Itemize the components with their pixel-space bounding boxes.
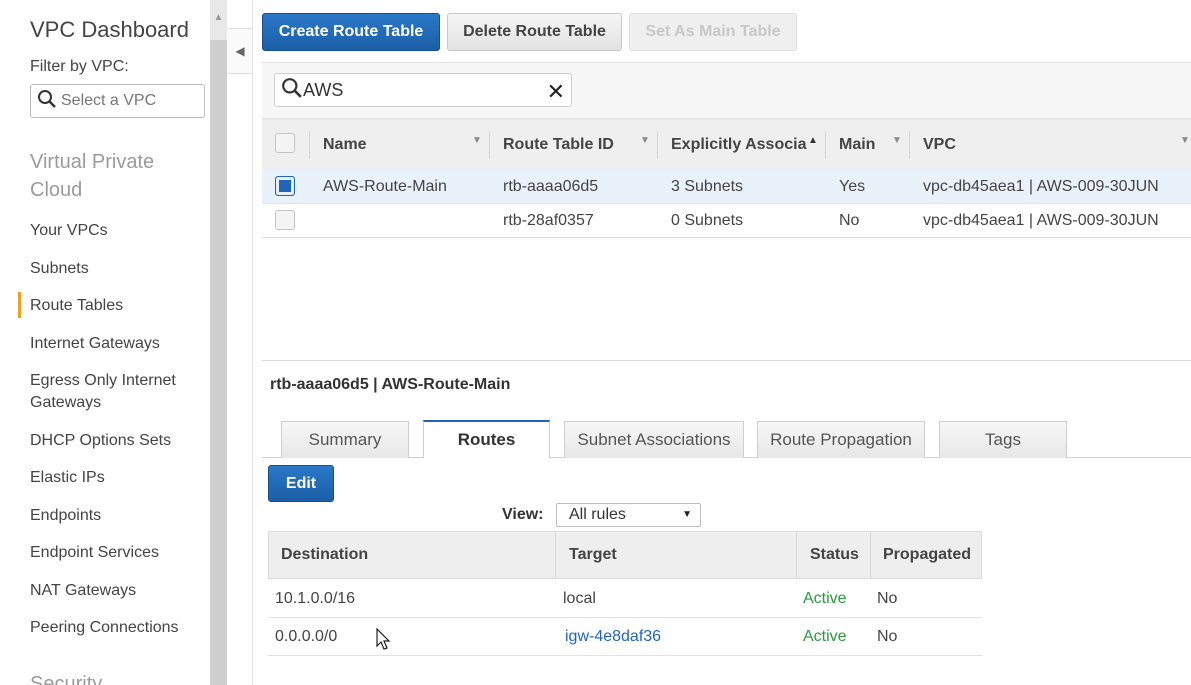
tab-summary[interactable]: Summary	[281, 421, 409, 458]
sidebar-title[interactable]: VPC Dashboard	[30, 17, 189, 43]
table-row[interactable]: AWS-Route-Main rtb-aaaa06d5 3 Subnets Ye…	[262, 170, 1191, 204]
caret-down-icon: ▼	[682, 509, 692, 520]
column-separator	[825, 131, 826, 159]
select-all-checkbox[interactable]	[275, 133, 295, 153]
view-label: View:	[502, 506, 544, 523]
routes-header-destination: Destination	[281, 546, 369, 563]
routes-header-status: Status	[810, 546, 859, 563]
sort-ascending-icon[interactable]: ▲	[808, 135, 818, 146]
route-destination: 10.1.0.0/16	[275, 589, 356, 607]
route-status: Active	[803, 589, 847, 607]
vpc-filter-placeholder: Select a VPC	[61, 92, 157, 109]
route-target: local	[563, 589, 596, 607]
row-checkbox[interactable]	[275, 176, 295, 196]
row-checkbox[interactable]	[275, 210, 295, 230]
row-associations: 3 Subnets	[671, 177, 744, 195]
scroll-up-arrow-icon[interactable]: ▲	[210, 12, 227, 30]
table-row[interactable]: rtb-28af0357 0 Subnets No vpc-db45aea1 |…	[262, 204, 1191, 238]
sidebar-item-route-tables[interactable]: Route Tables	[17, 292, 123, 318]
sort-arrow-icon[interactable]: ▼	[892, 135, 902, 146]
column-separator	[870, 532, 871, 578]
sidebar-scrollbar-thumb[interactable]	[210, 40, 227, 685]
search-icon	[37, 89, 61, 114]
row-vpc: vpc-db45aea1 | AWS-009-30JUN	[923, 177, 1159, 195]
routes-header-propagated: Propagated	[883, 546, 972, 563]
row-associations: 0 Subnets	[671, 211, 744, 229]
route-destination: 0.0.0.0/0	[275, 627, 338, 645]
grid-empty-area	[262, 238, 1191, 361]
sidebar: VPC Dashboard Filter by VPC: Select a VP…	[0, 0, 210, 685]
detail-title: rtb-aaaa06d5 | AWS-Route-Main	[270, 376, 511, 393]
column-separator	[489, 131, 490, 159]
route-target-link[interactable]: igw-4e8daf36	[565, 618, 661, 655]
sort-arrow-icon[interactable]: ▼	[472, 135, 482, 146]
delete-route-table-button[interactable]: Delete Route Table	[447, 13, 622, 51]
search-value: AWS	[303, 79, 344, 100]
sidebar-item-endpoints[interactable]: Endpoints	[30, 505, 101, 527]
column-separator	[796, 532, 797, 578]
view-select-value: All rules	[569, 506, 626, 523]
section-virtual-private-cloud: Virtual Private Cloud	[30, 151, 155, 201]
sidebar-item-internet-gateways[interactable]: Internet Gateways	[30, 333, 160, 355]
tab-tags[interactable]: Tags	[939, 421, 1067, 458]
row-route-table-id: rtb-28af0357	[503, 211, 594, 229]
routes-header-target: Target	[569, 546, 617, 563]
sort-arrow-icon[interactable]: ▼	[640, 135, 650, 146]
route-propagated: No	[877, 589, 898, 607]
sidebar-item-dhcp-options-sets[interactable]: DHCP Options Sets	[30, 430, 171, 452]
section-security: Security	[30, 673, 103, 685]
route-status: Active	[803, 627, 847, 645]
column-header-route-table-id[interactable]: Route Table ID	[503, 119, 614, 170]
edit-routes-button[interactable]: Edit	[268, 465, 334, 502]
tab-subnet-associations[interactable]: Subnet Associations	[564, 421, 744, 458]
column-separator	[909, 131, 910, 159]
column-header-explicitly-associated[interactable]: Explicitly Associa	[671, 119, 806, 170]
column-separator	[657, 131, 658, 159]
filter-by-vpc-label: Filter by VPC:	[30, 58, 129, 75]
column-header-vpc[interactable]: VPC	[923, 119, 956, 170]
vpc-filter-select[interactable]: Select a VPC	[30, 84, 205, 118]
sidebar-item-elastic-ips[interactable]: Elastic IPs	[30, 467, 105, 489]
tab-route-propagation[interactable]: Route Propagation	[757, 421, 925, 458]
sidebar-item-subnets[interactable]: Subnets	[30, 258, 89, 280]
row-vpc: vpc-db45aea1 | AWS-009-30JUN	[923, 211, 1159, 229]
route-propagated: No	[877, 627, 898, 645]
routes-table-header: Destination Target Status Propagated	[268, 531, 982, 579]
close-icon[interactable]: ✕	[547, 79, 565, 105]
chevron-left-icon: ◀	[235, 44, 245, 58]
column-separator	[555, 532, 556, 578]
mouse-pointer-icon	[376, 627, 392, 657]
search-input[interactable]: AWS ✕	[274, 73, 572, 107]
grid-header: Name ▼ Route Table ID ▼ Explicitly Assoc…	[262, 118, 1191, 171]
collapse-sidebar-button[interactable]: ◀	[228, 28, 253, 74]
sidebar-item-your-vpcs[interactable]: Your VPCs	[30, 220, 108, 242]
row-main: No	[839, 211, 860, 229]
row-name: AWS-Route-Main	[323, 177, 447, 195]
route-row: 10.1.0.0/16 local Active No	[268, 580, 982, 618]
row-main: Yes	[839, 177, 866, 195]
sidebar-item-nat-gateways[interactable]: NAT Gateways	[30, 580, 136, 602]
sidebar-divider	[252, 0, 253, 685]
sidebar-item-endpoint-services[interactable]: Endpoint Services	[30, 542, 159, 564]
sidebar-item-egress-only-internet-gateways[interactable]: Egress Only Internet Gateways	[30, 370, 200, 414]
row-route-table-id: rtb-aaaa06d5	[503, 177, 599, 195]
create-route-table-button[interactable]: Create Route Table	[262, 13, 440, 51]
column-header-main[interactable]: Main	[839, 119, 875, 170]
set-as-main-table-button[interactable]: Set As Main Table	[629, 13, 797, 51]
view-rules-select[interactable]: All rules ▼	[556, 503, 701, 527]
search-icon	[281, 77, 303, 104]
sort-arrow-icon[interactable]: ▼	[1180, 135, 1190, 146]
column-separator	[309, 131, 310, 159]
tab-routes[interactable]: Routes	[423, 420, 550, 458]
column-header-name[interactable]: Name	[323, 119, 367, 170]
sidebar-item-peering-connections[interactable]: Peering Connections	[30, 617, 179, 639]
